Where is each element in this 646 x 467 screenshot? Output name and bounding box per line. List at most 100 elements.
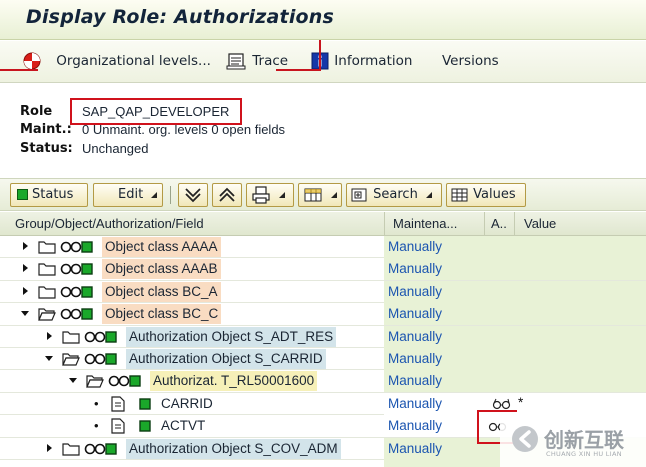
maint-value: Manually <box>388 283 443 299</box>
expand-arrow-icon[interactable] <box>44 331 54 341</box>
traffic-light-status-icon <box>84 442 117 455</box>
values-button[interactable]: Values <box>446 183 526 207</box>
bullet-icon: • <box>94 418 99 434</box>
traffic-light-status-icon <box>108 375 141 388</box>
dropdown-arrow-icon <box>425 191 432 198</box>
application-toolbar: Organizational levels... Trace Informati… <box>0 41 646 83</box>
expand-all-button[interactable] <box>178 183 208 207</box>
tree-row[interactable]: Object class BC_C Manually <box>0 303 646 326</box>
tree-row[interactable]: Authorization Object S_ADT_RES Manually <box>0 325 646 348</box>
collapse-arrow-icon[interactable] <box>68 375 78 385</box>
folder-icon <box>62 330 80 344</box>
traffic-light-status-icon <box>60 241 93 253</box>
tree-row[interactable]: Object class AAAB Manually <box>0 258 646 281</box>
dropdown-arrow-icon <box>279 191 286 198</box>
col-maintenance-header[interactable]: Maintena... <box>393 216 457 231</box>
watermark-subtext: CHUANG XIN HU LIAN <box>546 450 622 458</box>
maint-value: Manually <box>388 395 443 411</box>
expand-arrow-icon[interactable] <box>20 286 30 296</box>
expand-arrow-icon[interactable] <box>20 263 30 273</box>
information-button[interactable]: Information <box>311 50 412 72</box>
column-divider[interactable] <box>514 212 515 236</box>
maint-label: Maint.: <box>20 122 72 137</box>
search-button-label: Search <box>373 187 418 202</box>
open-folder-icon <box>86 375 104 388</box>
annotation-line <box>0 69 38 71</box>
printer-icon <box>252 185 270 204</box>
org-levels-icon <box>23 52 41 70</box>
maint-value: Manually <box>388 373 443 389</box>
maint-value: Manually <box>388 351 443 366</box>
expand-arrow-icon[interactable] <box>44 443 54 453</box>
col-a-header[interactable]: A.. <box>491 216 507 231</box>
status-label: Status: <box>20 141 73 156</box>
tree-row[interactable]: Object class BC_A Manually <box>0 280 646 304</box>
maint-value: Manually <box>388 418 443 434</box>
document-icon <box>111 396 125 412</box>
table-layout-icon <box>304 188 322 201</box>
trace-label: Trace <box>252 53 289 69</box>
values-icon <box>451 188 468 201</box>
column-divider[interactable] <box>384 212 385 236</box>
maint-value: Manually <box>388 306 443 322</box>
org-levels-button[interactable]: Organizational levels... <box>22 50 211 72</box>
values-button-label: Values <box>473 187 516 202</box>
watermark-logo-icon <box>512 426 538 452</box>
col-tree-header[interactable]: Group/Object/Authorization/Field <box>15 216 204 231</box>
bullet-icon: • <box>94 395 99 411</box>
collapse-all-icon <box>219 187 235 202</box>
field-value: * <box>518 394 524 410</box>
edit-glasses-icon[interactable] <box>492 397 512 411</box>
traffic-light-status-icon <box>84 330 117 343</box>
tree-node-label: Authorization Object S_CARRID <box>126 349 326 369</box>
versions-label: Versions <box>442 53 499 69</box>
status-value: Unchanged <box>82 141 149 156</box>
tree-node-label: Object class AAAA <box>102 237 221 257</box>
tree-node-label: Object class BC_C <box>102 304 222 325</box>
maint-value: Manually <box>388 239 443 254</box>
expand-all-icon <box>185 187 201 202</box>
page-title: Display Role: Authorizations <box>26 6 335 28</box>
watermark-text: 创新互联 <box>544 428 624 452</box>
tree-node-label: Authorization Object S_ADT_RES <box>126 326 337 347</box>
tree-row[interactable]: Authorizat. T_RL50001600 Manually <box>0 370 646 393</box>
collapse-arrow-icon[interactable] <box>44 353 54 363</box>
column-header: Group/Object/Authorization/Field Mainten… <box>0 212 646 236</box>
information-label: Information <box>334 53 413 69</box>
folder-icon <box>38 263 56 276</box>
folder-icon <box>38 286 56 299</box>
annotation-line <box>319 40 321 71</box>
column-divider[interactable] <box>484 212 485 236</box>
title-bar: Display Role: Authorizations <box>0 0 646 40</box>
tree-row[interactable]: Authorization Object S_CARRID Manually <box>0 348 646 371</box>
tree-node-label: Object class AAAB <box>102 259 221 280</box>
edit-button-label: Edit <box>118 187 144 202</box>
col-value-header[interactable]: Value <box>524 216 556 231</box>
layout-button[interactable] <box>298 183 342 207</box>
search-icon <box>351 188 367 201</box>
versions-button[interactable]: Versions <box>442 50 499 72</box>
collapse-arrow-icon[interactable] <box>20 308 30 318</box>
tree-row[interactable]: Object class AAAA Manually <box>0 236 646 259</box>
expand-arrow-icon[interactable] <box>20 241 30 251</box>
maint-value: Manually <box>388 440 443 456</box>
trace-icon <box>226 53 246 70</box>
org-levels-label: Organizational levels... <box>56 53 211 69</box>
status-green-icon <box>139 398 151 410</box>
status-button[interactable]: Status <box>10 183 88 207</box>
tree-node-label: Object class BC_A <box>102 281 221 302</box>
tree-node-label: Authorization Object S_COV_ADM <box>126 438 341 459</box>
folder-icon <box>38 241 56 254</box>
collapse-all-button[interactable] <box>212 183 242 207</box>
print-button[interactable] <box>246 183 294 207</box>
document-icon <box>111 418 125 434</box>
folder-icon <box>62 442 80 456</box>
tree-row[interactable]: • CARRID Manually * <box>0 392 646 416</box>
annotation-line <box>276 69 319 71</box>
status-button-label: Status <box>32 187 74 202</box>
edit-button[interactable]: Edit <box>93 183 163 207</box>
traffic-light-status-icon <box>60 263 93 276</box>
search-button[interactable]: Search <box>346 183 442 207</box>
watermark-logo: 创新互联 CHUANG XIN HU LIAN <box>500 418 646 467</box>
traffic-light-status-icon <box>60 308 93 320</box>
